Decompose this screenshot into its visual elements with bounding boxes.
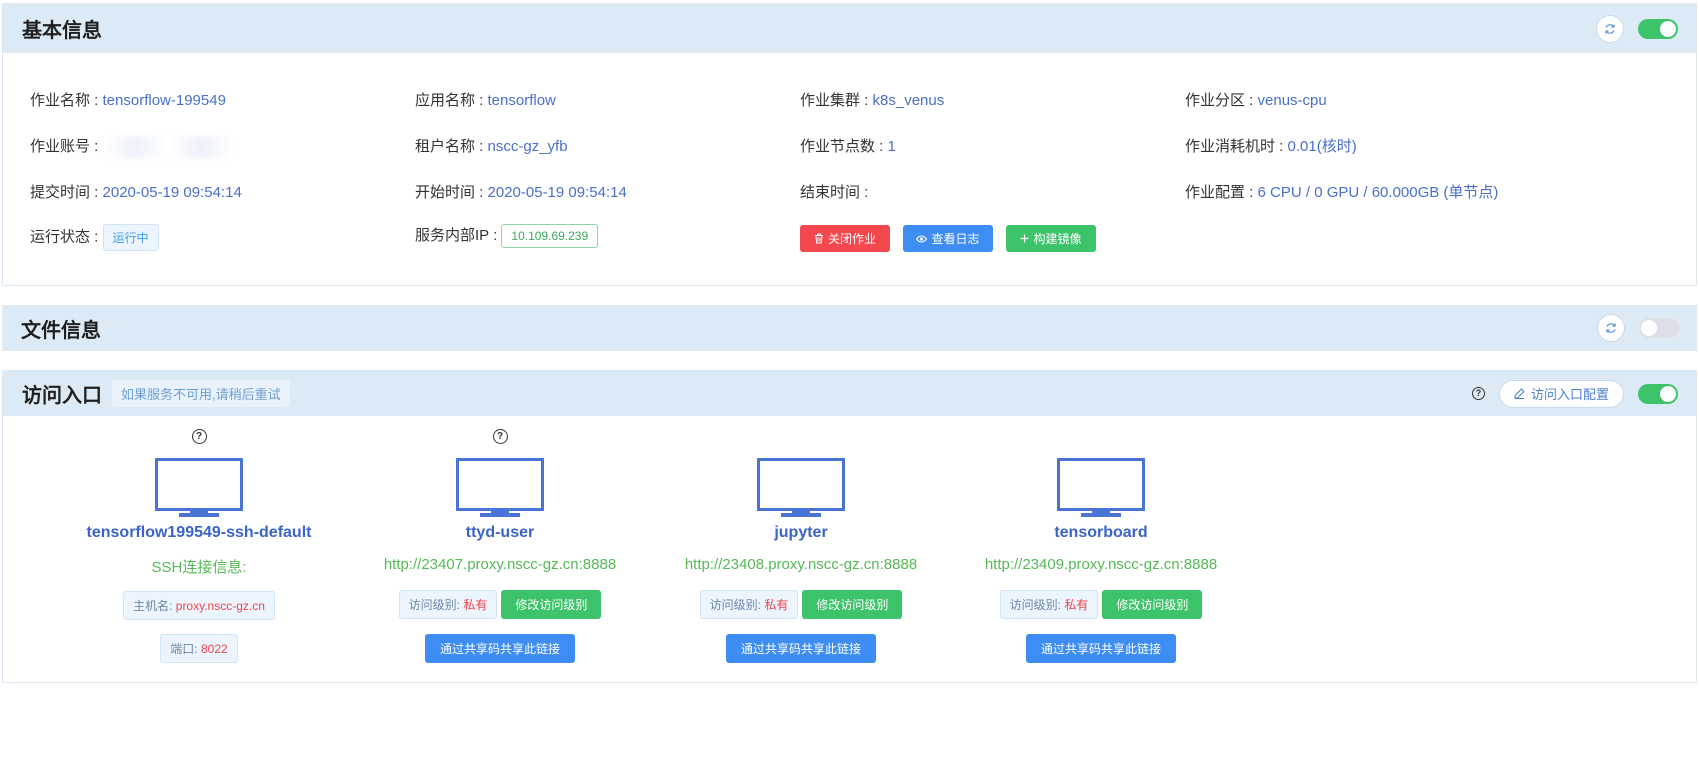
core-hours-field: 作业消耗机时 : 0.01(核时): [1185, 138, 1357, 155]
access-config-button[interactable]: 访问入口配置: [1498, 379, 1624, 408]
access-entry-ttyd: ? ttyd-user http://23407.proxy.nscc-gz.c…: [350, 416, 650, 684]
access-panel: 访问入口 如果服务不可用,请稍后重试 ? 访问入口配置 ? tensorflow…: [2, 370, 1697, 683]
ttyd-share-button[interactable]: 通过共享码共享此链接: [424, 634, 575, 663]
jupyter-entry-url[interactable]: http://23408.proxy.nscc-gz.cn:8888: [651, 556, 951, 573]
file-info-header: 文件信息: [2, 305, 1697, 351]
partition-field: 作业分区 : venus-cpu: [1185, 92, 1327, 109]
build-image-button[interactable]: 构建镜像: [1006, 225, 1096, 252]
monitor-icon: [155, 458, 243, 517]
basic-refresh-button[interactable]: [1596, 14, 1624, 43]
basic-toggle-switch[interactable]: [1638, 18, 1678, 39]
ssh-host-tag: 主机名: proxy.nscc-gz.cn: [123, 591, 275, 620]
submit-time-field: 提交时间 : 2020-05-19 09:54:14: [30, 184, 242, 201]
refresh-icon: [1605, 23, 1615, 34]
file-info-panel: 文件信息: [2, 305, 1697, 352]
access-hint-badge: 如果服务不可用,请稍后重试: [112, 380, 290, 407]
ttyd-entry-url[interactable]: http://23407.proxy.nscc-gz.cn:8888: [350, 556, 650, 573]
end-time-field: 结束时间 :: [800, 184, 869, 201]
nodes-field: 作业节点数 : 1: [800, 138, 896, 155]
internal-ip-badge: 10.109.69.239: [501, 224, 599, 249]
jupyter-entry-name[interactable]: jupyter: [651, 524, 951, 542]
trash-icon: [814, 233, 823, 244]
ttyd-entry-name[interactable]: ttyd-user: [350, 524, 650, 542]
access-entry-ssh: ? tensorflow199549-ssh-default SSH连接信息: …: [49, 416, 349, 684]
close-job-button[interactable]: 关闭作业: [800, 225, 890, 252]
status-field: 运行状态 : 运行中: [30, 224, 159, 251]
tensorboard-entry-name[interactable]: tensorboard: [951, 524, 1251, 542]
config-field: 作业配置 : 6 CPU / 0 GPU / 60.000GB (单节点): [1185, 184, 1499, 201]
access-header: 访问入口 如果服务不可用,请稍后重试 ? 访问入口配置: [3, 371, 1696, 416]
files-toggle-switch[interactable]: [1639, 318, 1679, 338]
monitor-icon: [757, 458, 845, 517]
tensorboard-share-button[interactable]: 通过共享码共享此链接: [1025, 634, 1176, 663]
access-title: 访问入口: [22, 385, 102, 407]
monitor-icon: [1057, 458, 1145, 517]
monitor-icon: [456, 458, 544, 517]
basic-info-panel: 基本信息 作业名称 : tensorflow-199549 应用名称 : ten…: [2, 3, 1697, 286]
account-blurred: [102, 136, 233, 159]
ttyd-modify-level-button[interactable]: 修改访问级别: [501, 590, 602, 619]
access-toggle-switch[interactable]: [1638, 383, 1678, 404]
cluster-field: 作业集群 : k8s_venus: [800, 92, 945, 109]
refresh-icon: [1606, 323, 1616, 333]
access-entry-jupyter: jupyter http://23408.proxy.nscc-gz.cn:88…: [651, 416, 951, 684]
tensorboard-entry-url[interactable]: http://23409.proxy.nscc-gz.cn:8888: [951, 556, 1251, 573]
question-circle-icon[interactable]: ?: [1471, 387, 1485, 400]
ssh-entry-name[interactable]: tensorflow199549-ssh-default: [49, 524, 349, 542]
view-log-button[interactable]: 查看日志: [903, 225, 993, 252]
start-time-field: 开始时间 : 2020-05-19 09:54:14: [415, 184, 627, 201]
jupyter-level-tag: 访问级别: 私有: [699, 590, 799, 619]
jupyter-modify-level-button[interactable]: 修改访问级别: [802, 590, 903, 619]
edit-icon: [1514, 388, 1525, 399]
jupyter-share-button[interactable]: 通过共享码共享此链接: [725, 634, 876, 663]
question-circle-icon[interactable]: ?: [492, 429, 508, 444]
ssh-port-tag: 端口: 8022: [160, 634, 238, 663]
ssh-info-title: SSH连接信息:: [151, 559, 247, 576]
status-badge: 运行中: [102, 224, 159, 251]
access-entry-tensorboard: tensorboard http://23409.proxy.nscc-gz.c…: [951, 416, 1251, 684]
job-name-field: 作业名称 : tensorflow-199549: [30, 92, 226, 109]
file-info-title: 文件信息: [21, 319, 101, 342]
files-refresh-button[interactable]: [1597, 314, 1625, 342]
account-field: 作业账号 :: [30, 135, 233, 159]
basic-info-header: 基本信息: [3, 4, 1696, 53]
plus-icon: [1020, 234, 1029, 243]
eye-icon: [916, 235, 928, 242]
tensorboard-level-tag: 访问级别: 私有: [999, 590, 1099, 619]
internal-ip-field: 服务内部IP : 10.109.69.239: [415, 224, 599, 249]
tenant-field: 租户名称 : nscc-gz_yfb: [415, 138, 568, 155]
app-name-field: 应用名称 : tensorflow: [415, 92, 556, 109]
question-circle-icon[interactable]: ?: [191, 429, 207, 444]
basic-info-title: 基本信息: [22, 20, 102, 42]
ttyd-level-tag: 访问级别: 私有: [398, 590, 498, 619]
tensorboard-modify-level-button[interactable]: 修改访问级别: [1102, 590, 1203, 619]
